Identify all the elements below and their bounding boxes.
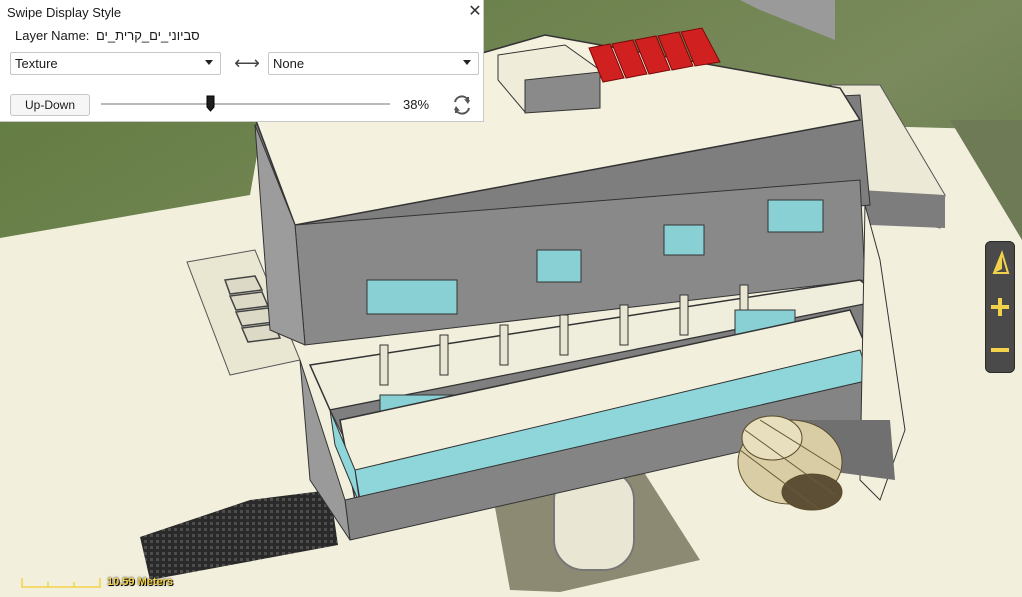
- swipe-slider-track[interactable]: [101, 103, 390, 105]
- navigation-toolbar: [985, 241, 1015, 373]
- layer-name-label: Layer Name:: [15, 28, 90, 43]
- left-layer-select-value: Texture: [15, 56, 58, 71]
- slider-percent-label: 38%: [403, 97, 430, 112]
- swap-arrows-icon[interactable]: ⟷: [234, 52, 260, 74]
- swipe-slider-thumb[interactable]: [206, 95, 215, 112]
- up-down-button[interactable]: Up-Down: [10, 94, 90, 116]
- zoom-in-icon[interactable]: [988, 288, 1012, 326]
- zoom-out-icon[interactable]: [988, 331, 1012, 369]
- right-layer-select-value: None: [273, 56, 305, 71]
- scale-bar: 10.59 Meters: [20, 574, 180, 592]
- close-icon[interactable]: ✕: [466, 3, 484, 21]
- right-layer-select[interactable]: None: [268, 52, 479, 75]
- chevron-down-icon: [205, 60, 213, 65]
- left-layer-select[interactable]: Texture: [10, 52, 221, 75]
- swipe-display-style-panel: Swipe Display Style ✕ Layer Name: סביוני…: [0, 0, 484, 122]
- refresh-icon[interactable]: [449, 93, 475, 117]
- scale-bar-label: 10.59 Meters: [107, 576, 174, 588]
- scale-bar-ruler: [21, 578, 101, 588]
- compass-north-icon[interactable]: [988, 245, 1012, 283]
- layer-name-value: סביוני_ים_קרית_ים: [96, 28, 200, 43]
- panel-title: Swipe Display Style: [7, 5, 122, 20]
- chevron-down-icon: [463, 60, 471, 65]
